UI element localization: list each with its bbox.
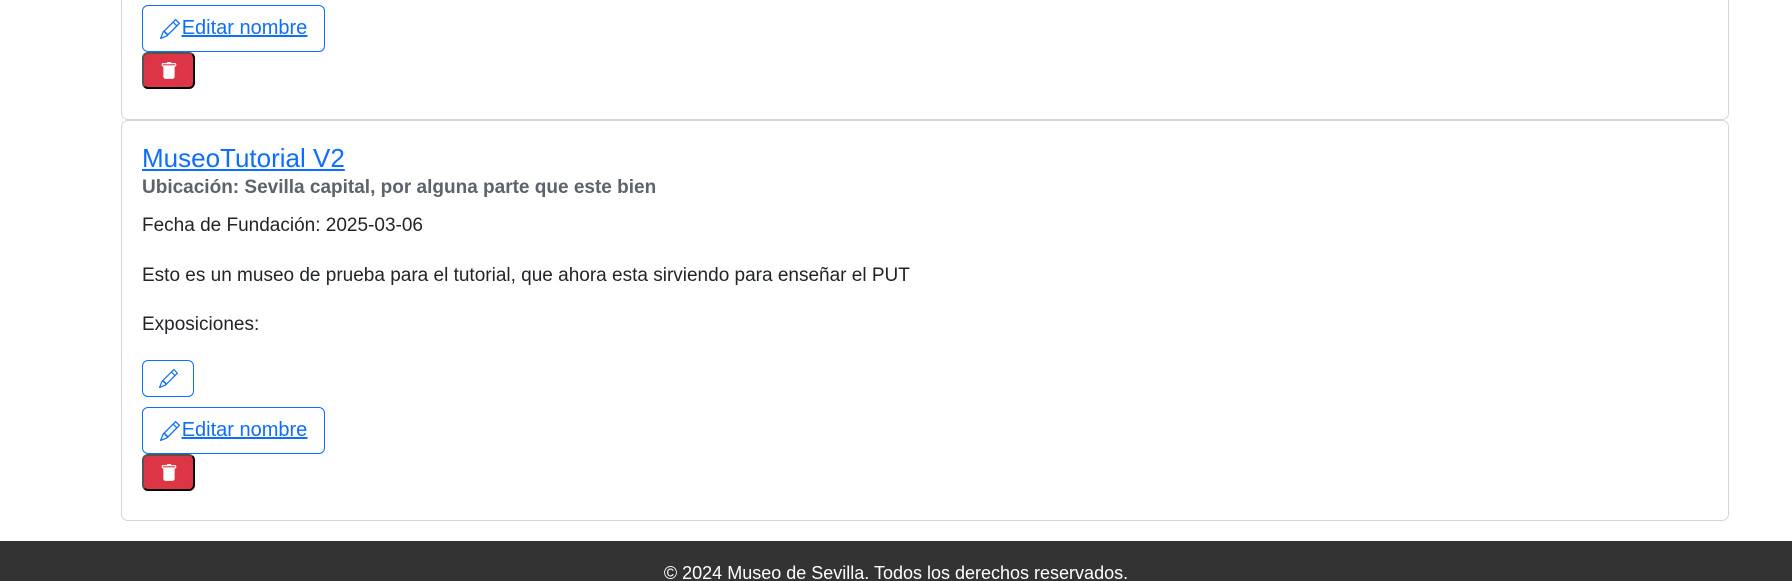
museum-description: Esto es un museo de prueba para el tutor… — [142, 265, 910, 286]
museum-founding-date: Fecha de Fundación: 2025-03-06 — [142, 215, 423, 236]
trash-icon — [160, 463, 178, 483]
delete-button[interactable] — [142, 52, 195, 89]
museum-location: Ubicación: Sevilla capital, por alguna p… — [142, 177, 657, 198]
edit-name-button[interactable]: Editar nombre — [142, 5, 325, 52]
museum-card: MuseoTutorial V2 Ubicación: Sevilla capi… — [121, 120, 1729, 521]
footer: © 2024 Museo de Sevilla. Todos los derec… — [0, 541, 1792, 581]
museum-card-previous: Editar nombre — [121, 0, 1729, 120]
pencil-icon — [158, 369, 178, 388]
edit-name-button[interactable]: Editar nombre — [142, 407, 325, 454]
pencil-icon — [159, 420, 180, 441]
delete-button[interactable] — [142, 454, 195, 491]
edit-name-label: Editar nombre — [181, 17, 308, 39]
footer-copyright: © 2024 Museo de Sevilla. Todos los derec… — [663, 563, 1129, 581]
trash-icon — [160, 61, 178, 81]
museum-title-link[interactable]: MuseoTutorial V2 — [142, 141, 345, 175]
edit-button[interactable] — [142, 360, 194, 397]
page: Editar nombre MuseoTutorial V2 Ubicación… — [0, 0, 1792, 581]
pencil-icon — [159, 18, 180, 39]
exhibitions-label: Exposiciones: — [142, 314, 260, 335]
edit-name-label: Editar nombre — [181, 419, 308, 441]
